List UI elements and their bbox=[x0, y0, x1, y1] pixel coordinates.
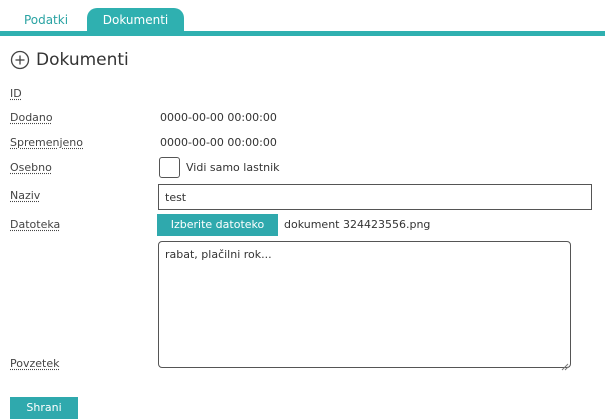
selected-file-name: dokument 324423556.png bbox=[284, 218, 431, 231]
osebno-checkbox-label[interactable]: Vidi samo lastnik bbox=[186, 161, 280, 175]
id-label: ID bbox=[10, 87, 22, 100]
tab-bar: Podatki Dokumenti bbox=[0, 0, 605, 40]
choose-file-button[interactable]: Izberite datoteko bbox=[157, 214, 278, 236]
dodano-value: 0000-00-00 00:00:00 bbox=[160, 111, 277, 124]
naziv-label: Naziv bbox=[10, 189, 41, 202]
osebno-label: Osebno bbox=[10, 161, 52, 174]
povzetek-textarea[interactable]: rabat, plačilni rok... bbox=[158, 241, 571, 368]
tab-dokumenti[interactable]: Dokumenti bbox=[87, 8, 184, 32]
spremenjeno-label: Spremenjeno bbox=[10, 136, 83, 149]
resize-handle-icon[interactable] bbox=[560, 356, 569, 371]
section-header: Dokumenti bbox=[10, 49, 129, 71]
dodano-label: Dodano bbox=[10, 111, 53, 124]
osebno-checkbox[interactable] bbox=[159, 157, 180, 178]
tab-podatki[interactable]: Podatki bbox=[10, 8, 82, 32]
tab-underline bbox=[0, 31, 605, 36]
plus-circle-icon[interactable] bbox=[10, 50, 30, 70]
povzetek-label: Povzetek bbox=[10, 357, 60, 370]
spremenjeno-value: 0000-00-00 00:00:00 bbox=[160, 136, 277, 149]
save-button[interactable]: Shrani bbox=[10, 397, 78, 419]
naziv-input[interactable] bbox=[158, 184, 592, 210]
section-title: Dokumenti bbox=[36, 50, 129, 70]
datoteka-label: Datoteka bbox=[10, 218, 61, 231]
